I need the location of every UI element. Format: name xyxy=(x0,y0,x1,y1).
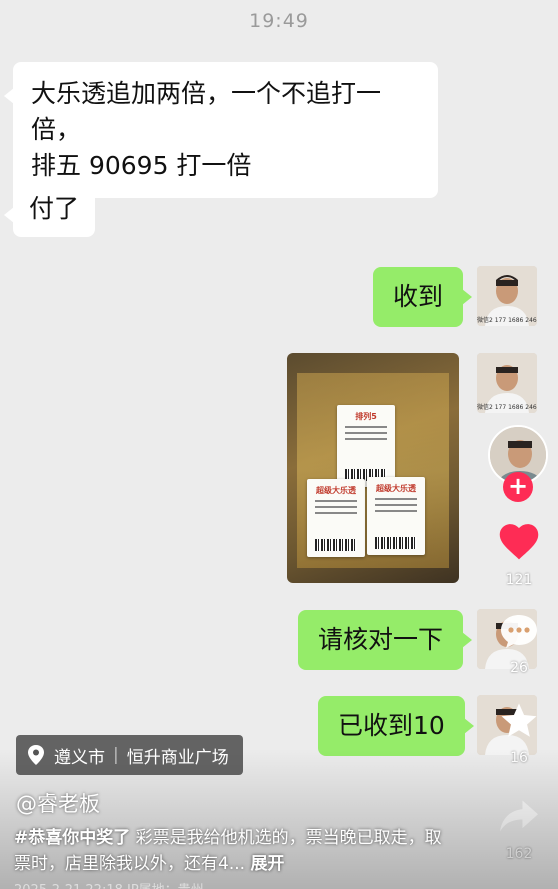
received-message-bubble[interactable]: 付了 xyxy=(3,181,96,237)
sender-avatar[interactable]: 微信2 177 1686 2468 xyxy=(477,353,537,413)
location-pin-icon xyxy=(28,745,44,765)
timestamp: 19:49 xyxy=(249,10,309,32)
message-text: 收到 xyxy=(393,282,444,311)
lottery-ticket-photo[interactable]: 排列5 超级大乐透 超级大乐透 xyxy=(287,353,459,583)
message-text-line2: 排五 90695 打一倍 xyxy=(31,151,252,180)
sent-message-bubble[interactable]: 已收到10 xyxy=(318,696,474,756)
sent-message-bubble[interactable]: 请核对一下 xyxy=(298,610,473,670)
comment-icon[interactable] xyxy=(498,612,540,650)
comment-count: 26 xyxy=(510,660,528,676)
message-text: 付了 xyxy=(29,194,80,223)
ticket-dlt-right: 超级大乐透 xyxy=(367,477,425,555)
message-text-line1: 大乐透追加两倍，一个不追打一倍， xyxy=(31,79,382,144)
like-count: 121 xyxy=(505,572,533,588)
sent-message-bubble[interactable]: 收到 xyxy=(373,267,473,327)
post-description[interactable]: #恭喜你中奖了 彩票是我给他机选的，票当晚已取走，取票时，店里除我以外，还有4.… xyxy=(14,825,454,877)
location-place: 恒升商业广场 xyxy=(126,747,229,768)
follow-plus-icon[interactable]: + xyxy=(503,472,533,502)
sender-avatar[interactable]: 微信2 177 1686 2468 xyxy=(477,266,537,326)
ticket-title: 超级大乐透 xyxy=(316,486,356,495)
star-favorite-icon[interactable] xyxy=(498,700,540,742)
received-message-bubble[interactable]: 大乐透追加两倍，一个不追打一倍， 排五 90695 打一倍 xyxy=(4,62,438,198)
ticket-title: 超级大乐透 xyxy=(376,484,416,493)
heart-like-icon[interactable] xyxy=(497,520,541,562)
post-meta: 2025-2-21 22:18 IP属地：贵州 xyxy=(14,879,204,889)
author-name[interactable]: @睿老板 xyxy=(16,788,100,818)
message-text: 已收到10 xyxy=(338,711,445,740)
location-city: 遵义市 xyxy=(54,747,105,768)
location-separator: | xyxy=(113,745,119,765)
expand-button[interactable]: 展开 xyxy=(250,854,284,874)
avatar-watermark: 微信2 177 1686 2468 xyxy=(477,404,537,411)
ticket-pl5: 排列5 xyxy=(337,405,395,487)
ticket-title: 排列5 xyxy=(355,412,377,421)
ticket-dlt-left: 超级大乐透 xyxy=(307,479,365,557)
message-text: 请核对一下 xyxy=(318,625,444,654)
hashtag-link[interactable]: #恭喜你中奖了 xyxy=(14,828,130,848)
avatar-watermark: 微信2 177 1686 2468 xyxy=(477,317,537,324)
location-tag[interactable]: 遵义市 | 恒升商业广场 xyxy=(16,735,243,775)
